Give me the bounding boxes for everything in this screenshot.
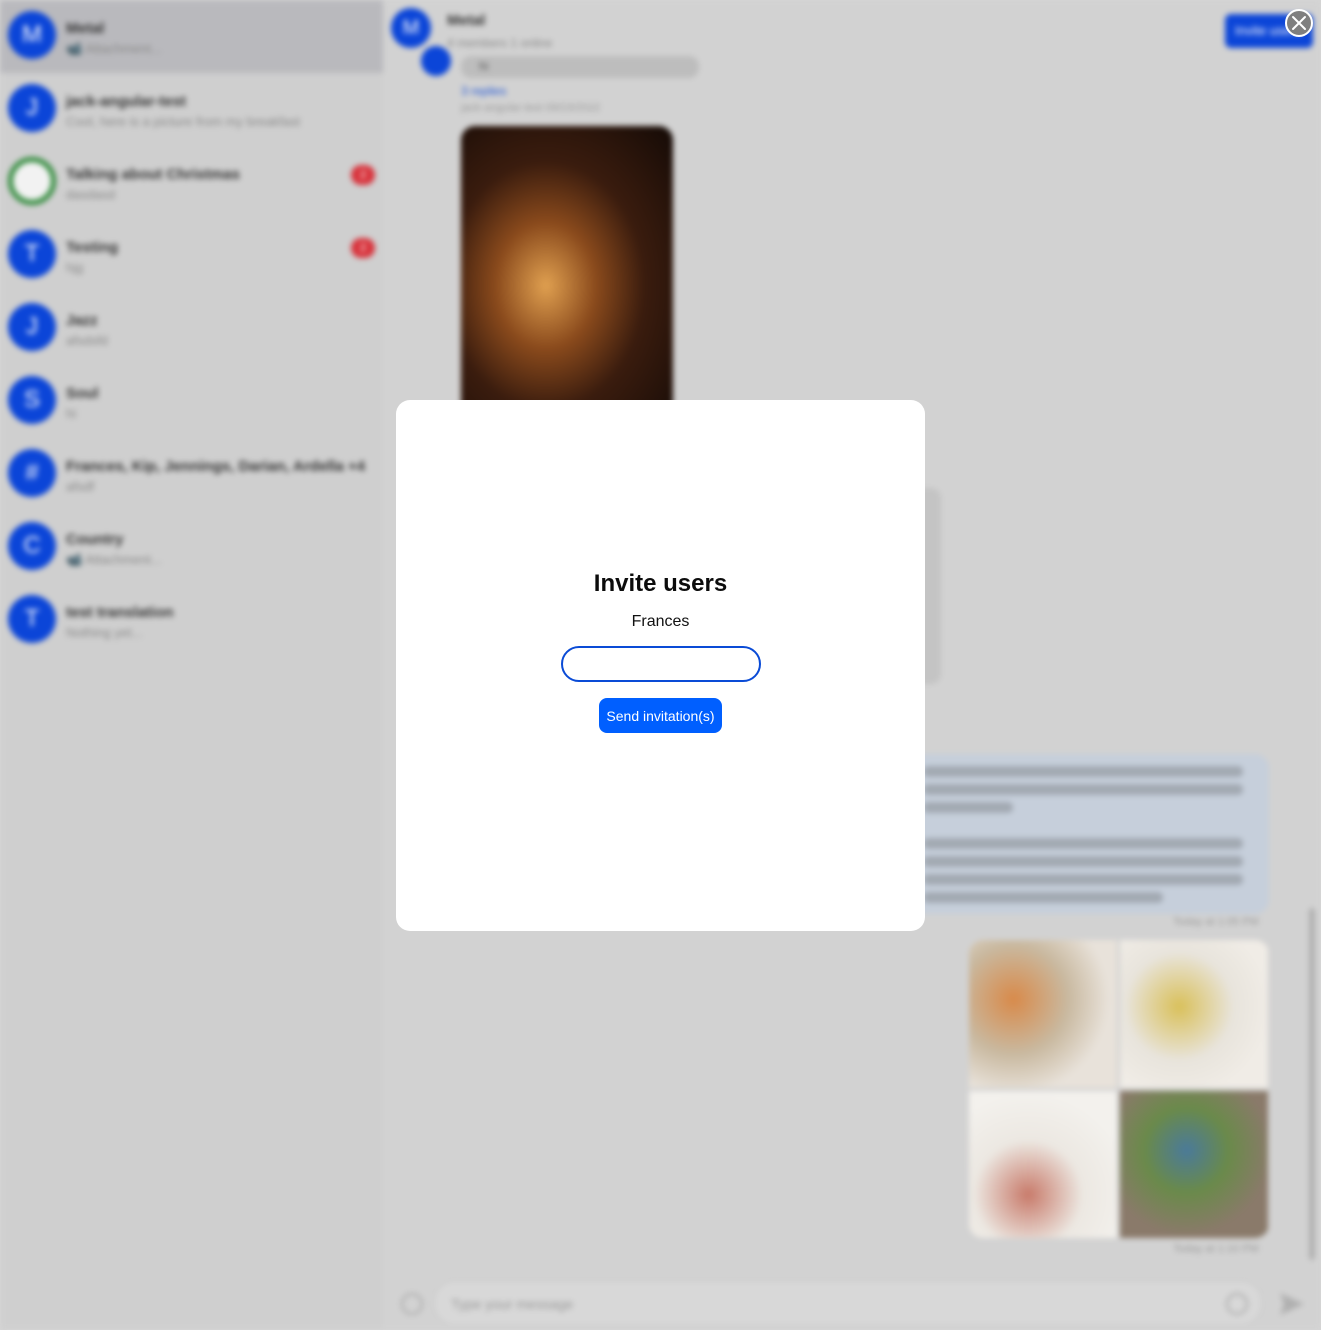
channel-preview: Nothing yet... bbox=[66, 625, 143, 640]
message-bubble: hi bbox=[461, 56, 699, 78]
image-gallery[interactable] bbox=[969, 940, 1269, 1238]
channel-preview: dasdasd bbox=[66, 187, 116, 202]
scrollbar[interactable] bbox=[1309, 908, 1315, 1260]
attach-icon[interactable] bbox=[401, 1293, 423, 1315]
channel-item-test-translation[interactable]: T test translation Nothing yet... bbox=[0, 584, 383, 657]
avatar: S bbox=[8, 376, 56, 424]
channel-name: Jazz bbox=[66, 312, 98, 329]
channel-title: Metal bbox=[447, 12, 486, 29]
message-timestamp: Today at 1:05 PM bbox=[1173, 916, 1259, 928]
composer-placeholder: Type your message bbox=[451, 1296, 574, 1312]
send-invitations-button[interactable]: Send invitation(s) bbox=[599, 698, 722, 733]
message-timestamp: Today at 1:10 PM bbox=[1173, 1243, 1259, 1255]
channel-preview: afsdf bbox=[66, 479, 95, 494]
channel-item-talking-about-christmas[interactable]: Talking about Christmas dasdasd 2 bbox=[0, 146, 383, 219]
avatar: M bbox=[8, 11, 56, 59]
channel-item-metal[interactable]: M Metal 📹 Attachment... bbox=[0, 0, 383, 73]
channel-name: Frances, Kip, Jennings, Darian, Ardella … bbox=[66, 458, 366, 475]
channel-subtitle: 4 members 1 online bbox=[447, 36, 553, 50]
avatar: J bbox=[8, 303, 56, 351]
channel-name: Metal bbox=[66, 20, 105, 37]
message-text-line bbox=[923, 802, 1013, 813]
avatar: T bbox=[8, 230, 56, 278]
message-text-line bbox=[923, 838, 1243, 849]
message-text-line bbox=[923, 856, 1243, 867]
modal-title: Invite users bbox=[593, 570, 728, 597]
channel-preview: Cool, here is a picture from my breakfas… bbox=[66, 114, 301, 129]
message-text: hi bbox=[479, 59, 489, 73]
user-search-input[interactable] bbox=[561, 646, 761, 682]
send-icon[interactable] bbox=[1277, 1289, 1307, 1319]
channel-item-jack-angular-test[interactable]: J jack-angular-test Cool, here is a pict… bbox=[0, 73, 383, 146]
message-text-line bbox=[923, 874, 1243, 885]
channel-name: Soul bbox=[66, 385, 99, 402]
thread-replies-link[interactable]: 3 replies bbox=[461, 84, 506, 98]
invite-users-modal: Invite users Frances Send invitation(s) bbox=[396, 400, 925, 931]
channel-preview: 📹 Attachment... bbox=[66, 552, 162, 567]
gallery-image[interactable] bbox=[1120, 940, 1268, 1088]
channel-name: Country bbox=[66, 531, 124, 548]
message-text-line bbox=[923, 892, 1163, 903]
channel-item-group[interactable]: # Frances, Kip, Jennings, Darian, Ardell… bbox=[0, 438, 383, 511]
close-modal-button[interactable] bbox=[1285, 9, 1313, 37]
selected-user-name: Frances bbox=[631, 613, 690, 630]
channel-item-country[interactable]: C Country 📹 Attachment... bbox=[0, 511, 383, 584]
channel-item-testing[interactable]: T Testing hjg 2 bbox=[0, 219, 383, 292]
channel-preview: hi bbox=[66, 406, 77, 421]
channel-preview: 📹 Attachment... bbox=[66, 41, 162, 56]
message-meta: jack-angular-test 09/23/2022 bbox=[461, 102, 601, 114]
channel-name: Talking about Christmas bbox=[66, 166, 240, 183]
unread-badge: 2 bbox=[351, 165, 375, 185]
close-icon bbox=[1292, 16, 1306, 30]
channel-item-jazz[interactable]: J Jazz afsdsfd bbox=[0, 292, 383, 365]
unread-badge: 2 bbox=[351, 238, 375, 258]
avatar: M bbox=[391, 8, 431, 48]
avatar: T bbox=[8, 595, 56, 643]
message-text-line bbox=[923, 766, 1243, 777]
channel-preview: afsdsfd bbox=[66, 333, 108, 348]
channel-item-soul[interactable]: S Soul hi bbox=[0, 365, 383, 438]
channel-name: test translation bbox=[66, 604, 174, 621]
avatar: C bbox=[8, 522, 56, 570]
gallery-image[interactable] bbox=[969, 1091, 1117, 1238]
avatar: # bbox=[8, 449, 56, 497]
channel-name: Testing bbox=[66, 239, 119, 256]
gallery-image[interactable] bbox=[969, 940, 1117, 1088]
channel-preview: hjg bbox=[66, 260, 84, 275]
avatar: J bbox=[8, 84, 56, 132]
avatar bbox=[421, 46, 451, 76]
image-attachment[interactable] bbox=[461, 126, 673, 416]
message-bubble bbox=[913, 754, 1269, 914]
avatar bbox=[8, 157, 56, 205]
gallery-image[interactable] bbox=[1120, 1091, 1268, 1238]
emoji-icon[interactable] bbox=[1226, 1293, 1248, 1315]
message-text-line bbox=[923, 784, 1243, 795]
channel-name: jack-angular-test bbox=[66, 93, 187, 110]
channel-list: M Metal 📹 Attachment... J jack-angular-t… bbox=[0, 0, 383, 1330]
